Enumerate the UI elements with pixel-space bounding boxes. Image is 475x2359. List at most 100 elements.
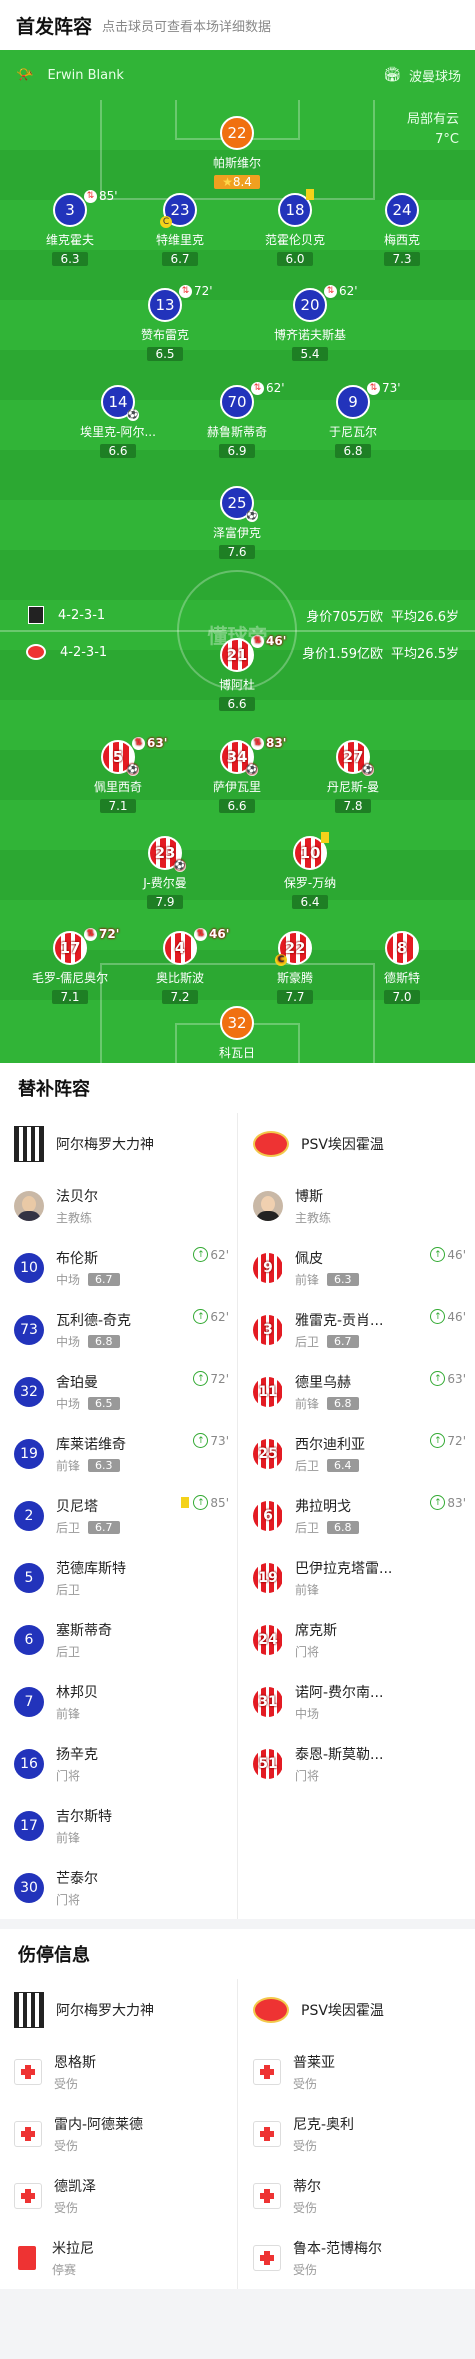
- substitution-marker: ⇅ 73': [367, 381, 401, 395]
- player-number: 9: [348, 393, 358, 411]
- player-position: 前锋 6.3: [295, 1271, 359, 1288]
- player-home[interactable]: 70 ⇅ 62' 赫鲁斯蒂奇 6.9: [172, 381, 302, 459]
- player-away[interactable]: 10 保罗-万纳 6.4: [245, 832, 375, 910]
- goal-ball-icon: ⚽: [362, 764, 374, 776]
- player-rating: 7.9: [147, 895, 183, 909]
- away-injured-player[interactable]: 尼克-奥利 受伤: [237, 2103, 474, 2165]
- player-away[interactable]: 32科瓦日7.6: [172, 1006, 302, 1063]
- home-team-header[interactable]: 阿尔梅罗大力神: [0, 1979, 237, 2041]
- player-away[interactable]: 5 ⇅ 63' ⚽ 佩里西奇 7.1: [53, 736, 183, 814]
- player-position: 门将: [56, 1891, 98, 1908]
- away-sub-player[interactable]: 31 诺阿-费尔南... 中场: [237, 1671, 474, 1733]
- player-number: 20: [300, 296, 320, 314]
- sub-minute: 63': [447, 1371, 466, 1386]
- avatar: [253, 1191, 283, 1221]
- away-sub-player[interactable]: 6 弗拉明戈 后卫 6.8 ↑ 83': [237, 1485, 474, 1547]
- home-coach[interactable]: 法贝尔 主教练: [0, 1175, 237, 1237]
- player-name: 塞斯蒂奇: [56, 1623, 112, 1639]
- home-injured-player[interactable]: 米拉尼 停赛: [0, 2227, 237, 2289]
- player-home[interactable]: 13 ⇅ 72' 赞布雷克 6.5: [100, 284, 230, 362]
- rating-value: 7.2: [170, 990, 190, 1004]
- away-sub-player[interactable]: 51 泰恩-斯莫勒... 门将: [237, 1733, 474, 1795]
- home-sub-player[interactable]: 73 瓦利德-奇克 中场 6.8 ↑ 62': [0, 1299, 237, 1361]
- player-name: 埃里克-阿尔...: [80, 425, 156, 439]
- injury-status: 受伤: [293, 2263, 318, 2277]
- player-away[interactable]: 27 ⚽ 丹尼斯-曼 7.8: [288, 740, 418, 814]
- position-text: 中场: [56, 1335, 81, 1349]
- jersey-number: 5 ⇅ 63' ⚽: [101, 736, 167, 776]
- player-name: 芒泰尔: [56, 1871, 98, 1887]
- rating-value: 6.6: [227, 697, 247, 711]
- jersey-number: 2: [14, 1501, 44, 1531]
- home-sub-player[interactable]: 5 范德库斯特 后卫: [0, 1547, 237, 1609]
- player-rating: 6.9: [219, 444, 255, 458]
- goal-ball-icon: ⚽: [246, 510, 258, 522]
- player-home[interactable]: 20 ⇅ 62' 博齐诺夫斯基 5.4: [245, 284, 375, 362]
- home-injured-player[interactable]: 恩格斯 受伤: [0, 2041, 237, 2103]
- away-value: 身价1.59亿欧: [302, 646, 384, 662]
- player-name: 席克斯: [295, 1623, 337, 1639]
- away-injured-player[interactable]: 鲁本-范博梅尔 受伤: [237, 2227, 474, 2289]
- away-sub-player[interactable]: 19 巴伊拉克塔雷... 前锋: [237, 1547, 474, 1609]
- position-text: 前锋: [295, 1397, 320, 1411]
- player-name: 西尔迪利亚: [295, 1437, 365, 1453]
- rating-value: 7.1: [108, 799, 128, 813]
- player-home[interactable]: 25 ⚽ 泽富伊克 7.6: [172, 486, 302, 560]
- jersey-number: 20 ⇅ 62': [293, 284, 358, 322]
- player-rating: 6.5: [147, 347, 183, 361]
- home-sub-player[interactable]: 17 吉尔斯特 前锋: [0, 1795, 237, 1857]
- away-coach[interactable]: 博斯 主教练: [237, 1175, 474, 1237]
- player-away[interactable]: 23 ⚽ J-费尔曼 7.9: [100, 836, 230, 910]
- player-home[interactable]: 14 ⚽ 埃里克-阿尔... 6.6: [53, 385, 183, 459]
- jersey-number: 34 ⇅ 83' ⚽: [220, 736, 286, 776]
- player-away[interactable]: 4 ⇅ 46' 奥比斯波 7.2: [115, 927, 245, 1005]
- home-sub-player[interactable]: 30 芒泰尔 门将: [0, 1857, 237, 1919]
- home-value: 身价705万欧: [306, 609, 384, 625]
- home-sub-player[interactable]: 16 扬辛克 门将: [0, 1733, 237, 1795]
- player-away[interactable]: 34 ⇅ 83' ⚽ 萨伊瓦里 6.6: [172, 736, 302, 814]
- home-injured-player[interactable]: 雷内-阿德莱德 受伤: [0, 2103, 237, 2165]
- home-age: 平均26.6岁: [391, 609, 459, 625]
- position-text: 门将: [295, 1769, 320, 1783]
- home-team-header[interactable]: 阿尔梅罗大力神: [0, 1113, 237, 1175]
- position-text: 前锋: [295, 1583, 320, 1597]
- home-sub-player[interactable]: 32 舍珀曼 中场 6.5 ↑ 72': [0, 1361, 237, 1423]
- away-injured-player[interactable]: 普莱亚 受伤: [237, 2041, 474, 2103]
- away-sub-player[interactable]: 3 雅雷克-贡肖... 后卫 6.7 ↑ 46': [237, 1299, 474, 1361]
- jersey-number: 27 ⚽: [336, 740, 374, 776]
- position-text: 后卫: [295, 1521, 320, 1535]
- coach-role: 主教练: [56, 1211, 93, 1225]
- weather-info: 局部有云 7°C: [407, 110, 459, 150]
- away-sub-player[interactable]: 24 席克斯 门将: [237, 1609, 474, 1671]
- away-sub-player[interactable]: 11 德里乌赫 前锋 6.8 ↑ 63': [237, 1361, 474, 1423]
- sub-minute: 62': [266, 381, 285, 395]
- player-number: 13: [155, 296, 175, 314]
- away-team-header[interactable]: PSV埃因霍温: [237, 1979, 474, 2041]
- player-position: 中场 6.8: [56, 1333, 131, 1350]
- player-home[interactable]: 23 C 特维里克 6.7: [115, 193, 245, 267]
- away-team-header[interactable]: PSV埃因霍温: [237, 1113, 474, 1175]
- away-sub-player[interactable]: 25 西尔迪利亚 后卫 6.4 ↑ 72': [237, 1423, 474, 1485]
- player-home[interactable]: 22 帕斯维尔 ★8.4: [172, 116, 302, 190]
- jersey-number: 32: [14, 1377, 44, 1407]
- home-sub-player[interactable]: 6 塞斯蒂奇 后卫: [0, 1609, 237, 1671]
- away-injured-player[interactable]: 蒂尔 受伤: [237, 2165, 474, 2227]
- position-text: 前锋: [56, 1707, 81, 1721]
- home-injured-player[interactable]: 德凯泽 受伤: [0, 2165, 237, 2227]
- home-sub-player[interactable]: 10 布伦斯 中场 6.7 ↑ 62': [0, 1237, 237, 1299]
- player-away[interactable]: 21 ⇅ 46' 博阿杜 6.6: [172, 634, 302, 712]
- player-away[interactable]: 8 德斯特 7.0: [337, 931, 467, 1005]
- player-name: 梅西克: [383, 233, 420, 247]
- away-sub-player[interactable]: [237, 1857, 474, 1919]
- home-sub-player[interactable]: 2 贝尼塔 后卫 6.7 ↑ 85': [0, 1485, 237, 1547]
- player-home[interactable]: 9 ⇅ 73' 于尼瓦尔 6.8: [288, 381, 418, 459]
- player-home[interactable]: 24 梅西克 7.3: [337, 193, 467, 267]
- home-sub-player[interactable]: 7 林邦贝 前锋: [0, 1671, 237, 1733]
- home-sub-player[interactable]: 19 库莱诺维奇 前锋 6.3 ↑ 73': [0, 1423, 237, 1485]
- away-sub-player[interactable]: 9 佩皮 前锋 6.3 ↑ 46': [237, 1237, 474, 1299]
- player-name: 帕斯维尔: [212, 156, 261, 170]
- sub-minute: 62': [210, 1247, 229, 1262]
- jersey-number: 11: [253, 1377, 283, 1407]
- away-sub-player[interactable]: [237, 1795, 474, 1857]
- sub-out-icon: ⇅: [367, 381, 380, 395]
